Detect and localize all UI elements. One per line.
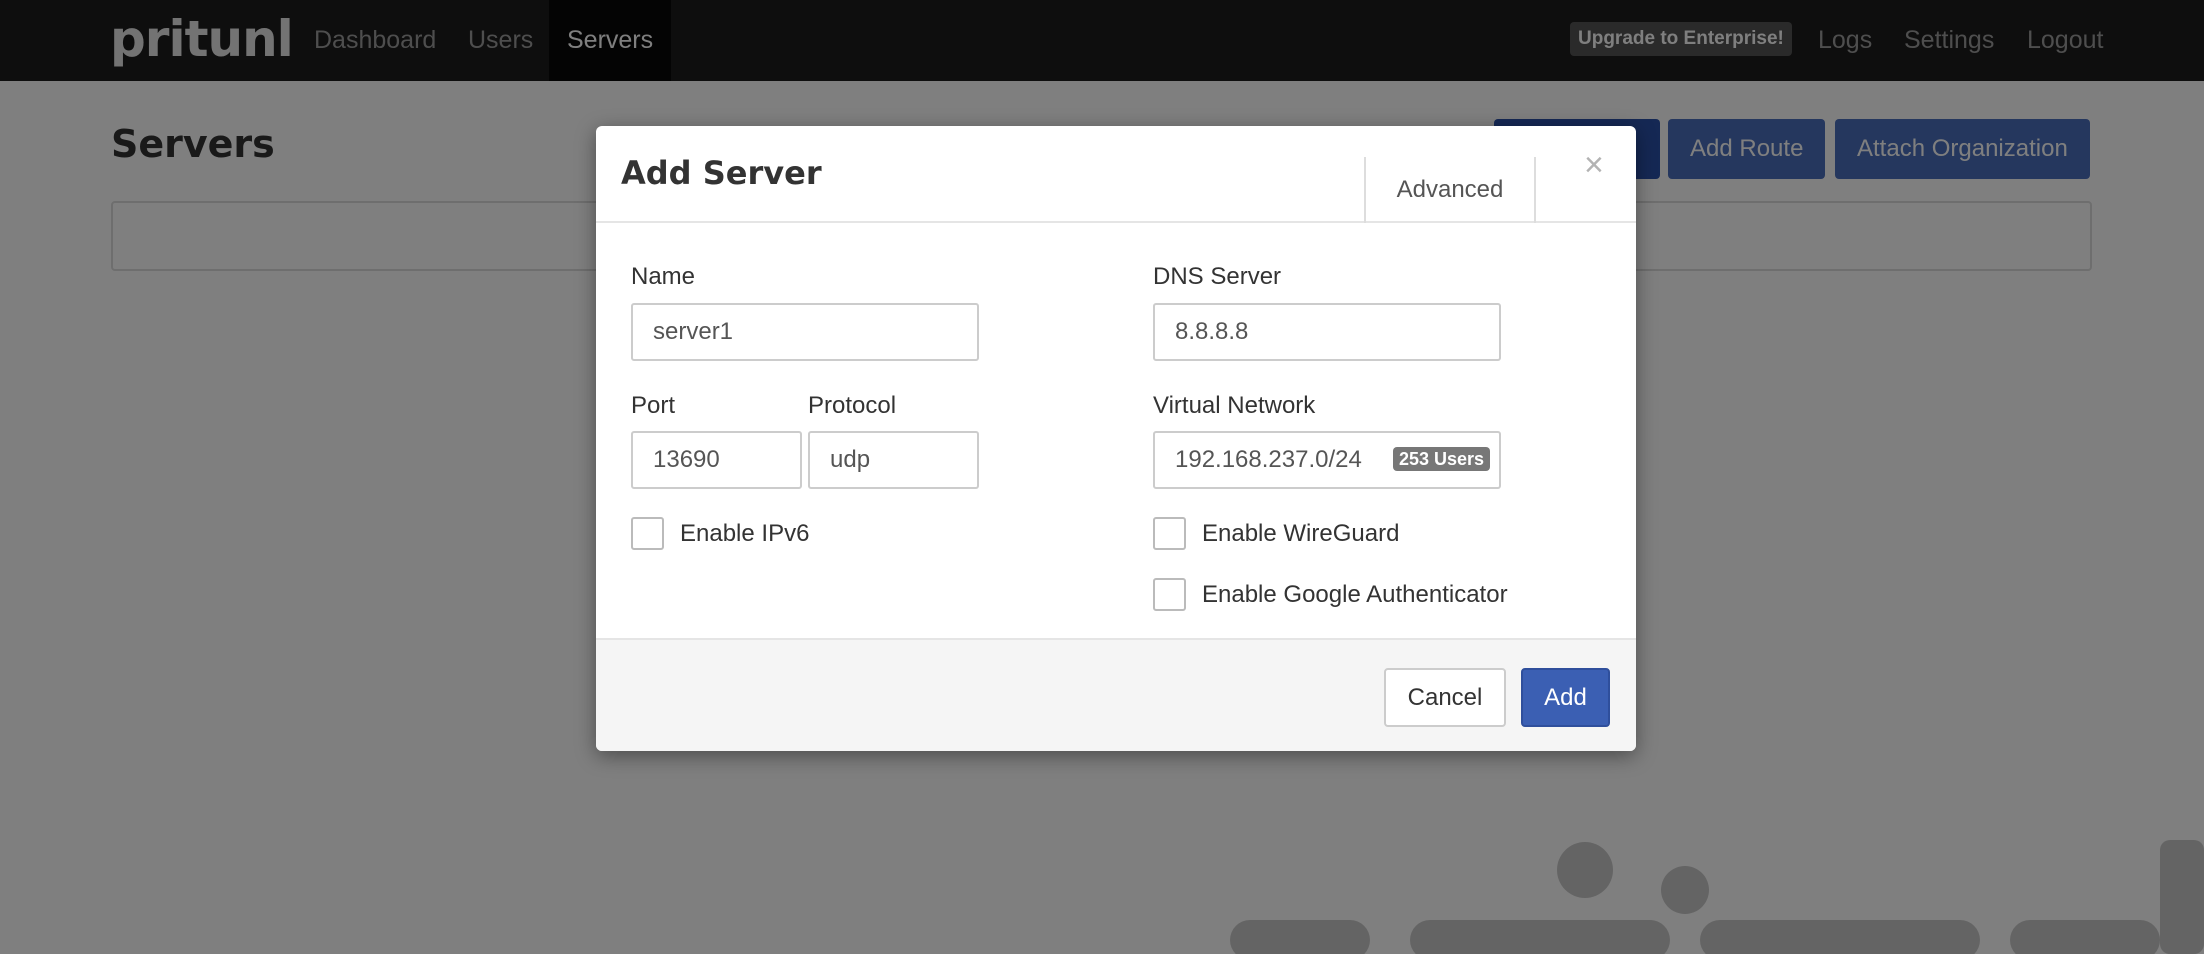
add-button[interactable]: Add — [1521, 668, 1610, 727]
enable-ipv6-checkbox[interactable] — [631, 517, 664, 550]
enable-google-authenticator-checkbox[interactable] — [1153, 578, 1186, 611]
enable-google-authenticator-label[interactable]: Enable Google Authenticator — [1202, 581, 1508, 609]
user-count-badge: 253 Users — [1393, 447, 1491, 471]
virtual-network-field[interactable]: 192.168.237.0/24 253 Users — [1153, 431, 1501, 489]
port-label: Port — [631, 392, 676, 419]
add-server-dialog: Add Server Advanced × Name Port Protocol… — [596, 126, 1636, 751]
enable-ipv6-label[interactable]: Enable IPv6 — [680, 520, 809, 548]
port-input[interactable] — [631, 431, 802, 489]
advanced-tab[interactable]: Advanced — [1364, 157, 1536, 223]
cancel-button[interactable]: Cancel — [1384, 668, 1506, 727]
enable-wireguard-checkbox[interactable] — [1153, 517, 1186, 550]
protocol-select[interactable]: udp — [808, 431, 979, 489]
virtual-network-label: Virtual Network — [1153, 392, 1316, 419]
modal-header: Add Server Advanced × — [596, 126, 1636, 223]
name-label: Name — [631, 263, 696, 290]
protocol-label: Protocol — [808, 392, 897, 419]
dns-server-label: DNS Server — [1153, 263, 1282, 290]
modal-title: Add Server — [621, 154, 822, 192]
virtual-network-value: 192.168.237.0/24 — [1175, 446, 1362, 473]
modal-footer: Cancel Add — [596, 638, 1636, 751]
name-input[interactable] — [631, 303, 979, 361]
enable-wireguard-label[interactable]: Enable WireGuard — [1202, 520, 1399, 548]
dns-server-input[interactable] — [1153, 303, 1501, 361]
close-icon[interactable]: × — [1584, 148, 1604, 182]
